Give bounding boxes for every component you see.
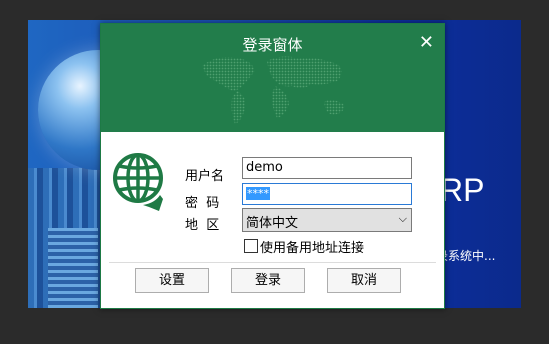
- backup-address-checkbox[interactable]: [244, 239, 258, 253]
- password-input[interactable]: ****: [242, 183, 412, 205]
- password-label: 密 码: [185, 196, 220, 211]
- chevron-down-icon: ⌵: [398, 212, 407, 225]
- region-select[interactable]: 简体中文 ⌵: [242, 208, 412, 232]
- city-image-detail: [48, 228, 98, 308]
- region-selected-value: 简体中文: [246, 216, 299, 231]
- login-button[interactable]: 登录: [231, 268, 305, 293]
- close-icon[interactable]: ✕: [419, 32, 434, 53]
- region-label: 地 区: [185, 218, 220, 233]
- dialog-titlebar[interactable]: 登录窗体 ✕: [101, 24, 444, 132]
- dialog-title: 登录窗体: [242, 36, 303, 54]
- username-input[interactable]: demo: [242, 157, 412, 179]
- splash-brand-text: RP: [440, 172, 485, 208]
- settings-button[interactable]: 设置: [135, 268, 209, 293]
- login-dialog: 登录窗体 ✕ 用户名 demo 密 码 **** 地 区 简体中文 ⌵ 使用备用…: [100, 23, 445, 309]
- button-divider: [109, 262, 436, 263]
- password-value: ****: [246, 187, 270, 200]
- backup-address-label[interactable]: 使用备用地址连接: [260, 237, 364, 256]
- username-label: 用户名: [185, 169, 225, 184]
- globe-logo-icon: [113, 153, 163, 211]
- cancel-button[interactable]: 取消: [327, 268, 401, 293]
- world-map-icon: [202, 56, 345, 124]
